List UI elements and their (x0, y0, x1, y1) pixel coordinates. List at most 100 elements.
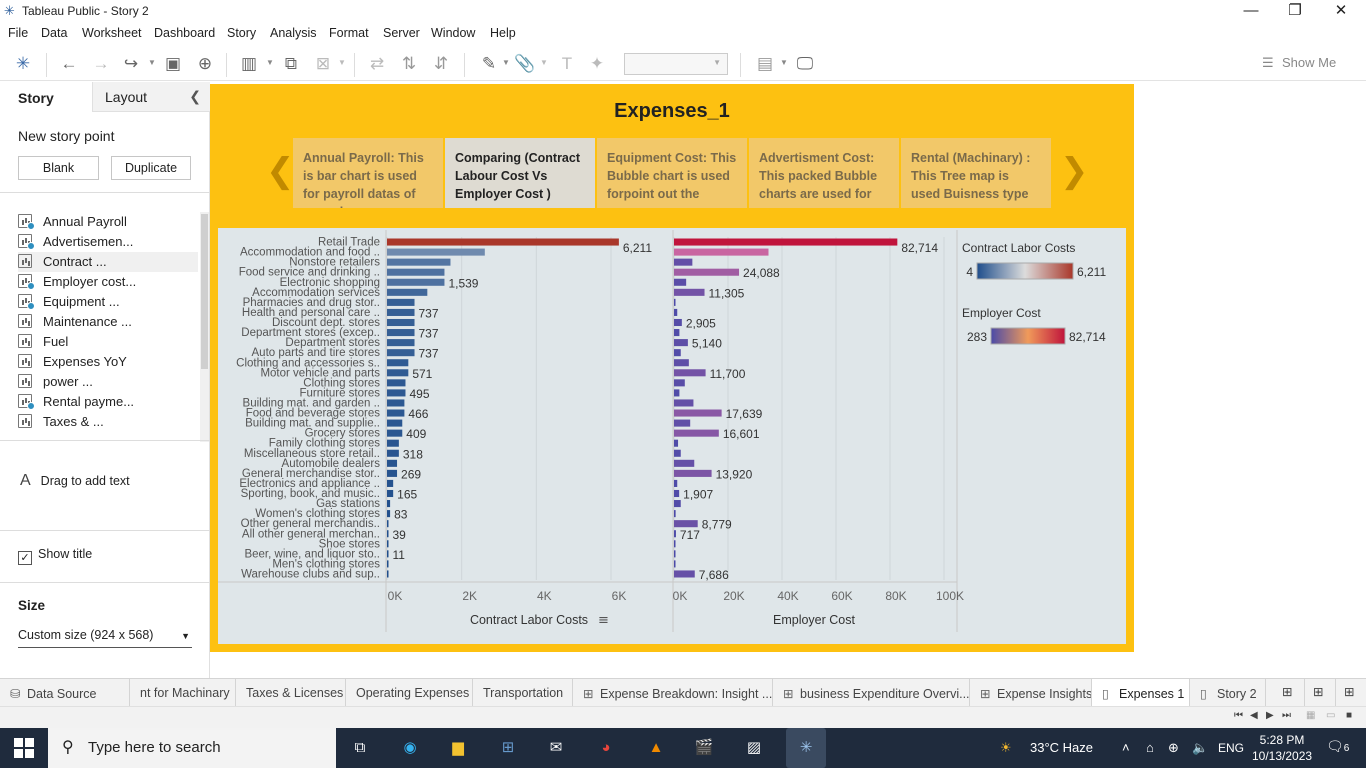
menu-window[interactable]: Window (431, 26, 475, 40)
new-worksheet-icon[interactable]: ⊞ (1274, 679, 1305, 707)
sheet-tab[interactable]: Taxes & Licenses (236, 679, 346, 707)
menu-analysis[interactable]: Analysis (270, 26, 317, 40)
file-explorer-icon[interactable]: ▆ (446, 736, 470, 760)
sheet-list-scroll-thumb[interactable] (201, 214, 208, 369)
collapse-pane-icon[interactable]: ❮ (189, 88, 201, 105)
story-sheet-item[interactable]: Equipment ... (18, 292, 198, 312)
sort-descending-icon[interactable]: ⇵ (430, 53, 452, 75)
highlight-dropdown-icon[interactable]: ▼ (502, 54, 510, 72)
undo-icon[interactable]: ← (58, 53, 80, 75)
fit-select[interactable]: ▼ (624, 53, 728, 75)
store-icon[interactable]: ⊞ (496, 736, 520, 760)
show-hidden-icons-icon[interactable]: ˄ (1122, 740, 1130, 755)
vlc-icon[interactable]: ▲ (644, 736, 668, 760)
story-sheet-item[interactable]: Fuel (18, 332, 198, 352)
mail-icon[interactable]: ✉ (544, 736, 568, 760)
story-sheet-item[interactable]: Contract ... (18, 252, 198, 272)
first-sheet-icon[interactable]: ⏮ (1234, 710, 1243, 721)
menu-story[interactable]: Story (227, 26, 256, 40)
video-editor-icon[interactable]: 🎬 (692, 736, 716, 760)
story-point-equipment-cost[interactable]: Equipment Cost: This Bubble chart is use… (597, 138, 747, 208)
sheet-tab[interactable]: nt for Machinary (130, 679, 236, 707)
menu-dashboard[interactable]: Dashboard (154, 26, 215, 40)
redo-icon[interactable]: → (90, 53, 112, 75)
sheet-tab[interactable]: ⛁ Data Source (0, 679, 130, 707)
replay-dropdown-icon[interactable]: ▼ (148, 54, 156, 72)
group-dropdown-icon[interactable]: ▼ (540, 54, 548, 72)
show-title-checkbox[interactable]: ✓ Show title (18, 547, 92, 565)
blank-button[interactable]: Blank (18, 156, 99, 180)
last-sheet-icon[interactable]: ⏭ (1282, 710, 1291, 721)
new-data-source-icon[interactable]: ⊕ (194, 53, 216, 75)
next-sheet-icon[interactable]: ▶ (1266, 710, 1274, 721)
sort-ascending-icon[interactable]: ⇅ (398, 53, 420, 75)
duplicate-button[interactable]: Duplicate (111, 156, 191, 180)
labels-icon[interactable]: T (556, 53, 578, 75)
menu-worksheet[interactable]: Worksheet (82, 26, 142, 40)
notifications-icon[interactable]: 🗨6 (1326, 738, 1349, 755)
new-dashboard-icon[interactable]: ⊞ (1305, 679, 1336, 707)
duplicate-sheet-icon[interactable]: ⧉ (280, 53, 302, 75)
menu-file[interactable]: File (8, 26, 28, 40)
sheet-tab[interactable]: ⊞ business Expenditure Overvi... (773, 679, 970, 707)
replay-icon[interactable]: ↪ (120, 53, 142, 75)
sheet-tab[interactable]: ⊞ Expense Breakdown: Insight ... (573, 679, 773, 707)
bar-chart[interactable]: 0K 2K 4K 6K 0K 20K 40K 60K 80K 100K Contract Labor… (218, 228, 1126, 644)
edge-icon[interactable]: ◉ (398, 736, 422, 760)
network-icon[interactable]: ⌂ (1146, 740, 1154, 755)
story-sheet-item[interactable]: Expenses YoY (18, 352, 198, 372)
sorter-view-icon[interactable]: ▭ (1326, 710, 1335, 721)
drag-text-item[interactable]: A Drag to add text (20, 472, 130, 490)
menu-server[interactable]: Server (383, 26, 420, 40)
show-cards-dropdown-icon[interactable]: ▼ (780, 54, 788, 72)
restore-button[interactable]: ❐ (1272, 0, 1318, 22)
story-point-contract-vs-employer[interactable]: Comparing (Contract Labour Cost Vs Emplo… (445, 138, 595, 208)
previous-sheet-icon[interactable]: ◀ (1250, 710, 1258, 721)
presentation-mode-icon[interactable]: 🖵 (794, 53, 816, 75)
volume-icon[interactable]: 🔈 (1192, 740, 1208, 756)
size-select[interactable]: Custom size (924 x 568) ▼ (18, 628, 192, 648)
sheet-tab[interactable]: ⊞ Expense Insights (970, 679, 1092, 707)
menu-format[interactable]: Format (329, 26, 369, 40)
story-point-annual-payroll[interactable]: Annual Payroll: This is bar chart is use… (293, 138, 443, 208)
previous-point-arrow[interactable]: ❮ (266, 154, 295, 188)
story-sheet-item[interactable]: Maintenance ... (18, 312, 198, 332)
weather-text[interactable]: 33°C Haze (1030, 740, 1093, 755)
show-me-button[interactable]: ☰ Show Me (1262, 55, 1336, 71)
clear-dropdown-icon[interactable]: ▼ (338, 54, 346, 72)
save-icon[interactable]: ▣ (162, 53, 184, 75)
chrome-icon[interactable]: ◕ (594, 736, 618, 760)
photos-icon[interactable]: ▨ (742, 736, 766, 760)
sheet-tab[interactable]: ▯ Story 2 (1190, 679, 1266, 707)
tableau-taskbar-icon[interactable]: ✳ (786, 728, 826, 768)
sheet-tab[interactable]: Transportation (473, 679, 573, 707)
story-sheet-item[interactable]: Employer cost... (18, 272, 198, 292)
taskbar-search[interactable]: ⚲ Type here to search (48, 728, 336, 768)
story-sheet-item[interactable]: power ... (18, 372, 198, 392)
next-point-arrow[interactable]: ❯ (1060, 154, 1089, 188)
close-button[interactable]: ✕ (1318, 0, 1364, 22)
new-story-icon[interactable]: ⊞ (1336, 679, 1366, 707)
menu-data[interactable]: Data (41, 26, 67, 40)
clear-sheet-icon[interactable]: ⊠ (312, 53, 334, 75)
tableau-home-icon[interactable]: ✳ (12, 53, 34, 75)
tab-view-icon[interactable]: ■ (1346, 710, 1352, 721)
clock[interactable]: 5:28 PM 10/13/2023 (1252, 732, 1312, 764)
tab-story[interactable]: Story (18, 90, 54, 106)
new-sheet-icon[interactable]: ▥ (238, 53, 260, 75)
minimize-button[interactable]: — (1228, 0, 1274, 22)
task-view-icon[interactable]: ⧉ (348, 736, 372, 760)
filmstrip-view-icon[interactable]: ▦ (1306, 710, 1315, 721)
story-point-rental[interactable]: Rental (Machinary) : This Tree map is us… (901, 138, 1051, 208)
windows-start-icon[interactable] (14, 738, 34, 758)
story-sheet-item[interactable]: Rental payme... (18, 392, 198, 412)
fix-axes-icon[interactable]: ✦ (586, 53, 608, 75)
story-sheet-item[interactable]: Taxes & ... (18, 412, 198, 432)
menu-help[interactable]: Help (490, 26, 516, 40)
group-icon[interactable]: 📎 (514, 53, 536, 75)
sheet-tab[interactable]: Operating Expenses (346, 679, 473, 707)
show-cards-icon[interactable]: ▤ (754, 53, 776, 75)
story-sheet-item[interactable]: Advertisemen... (18, 232, 198, 252)
sheet-tab[interactable]: ▯ Expenses 1 (1092, 679, 1190, 707)
story-sheet-item[interactable]: Annual Payroll (18, 212, 198, 232)
